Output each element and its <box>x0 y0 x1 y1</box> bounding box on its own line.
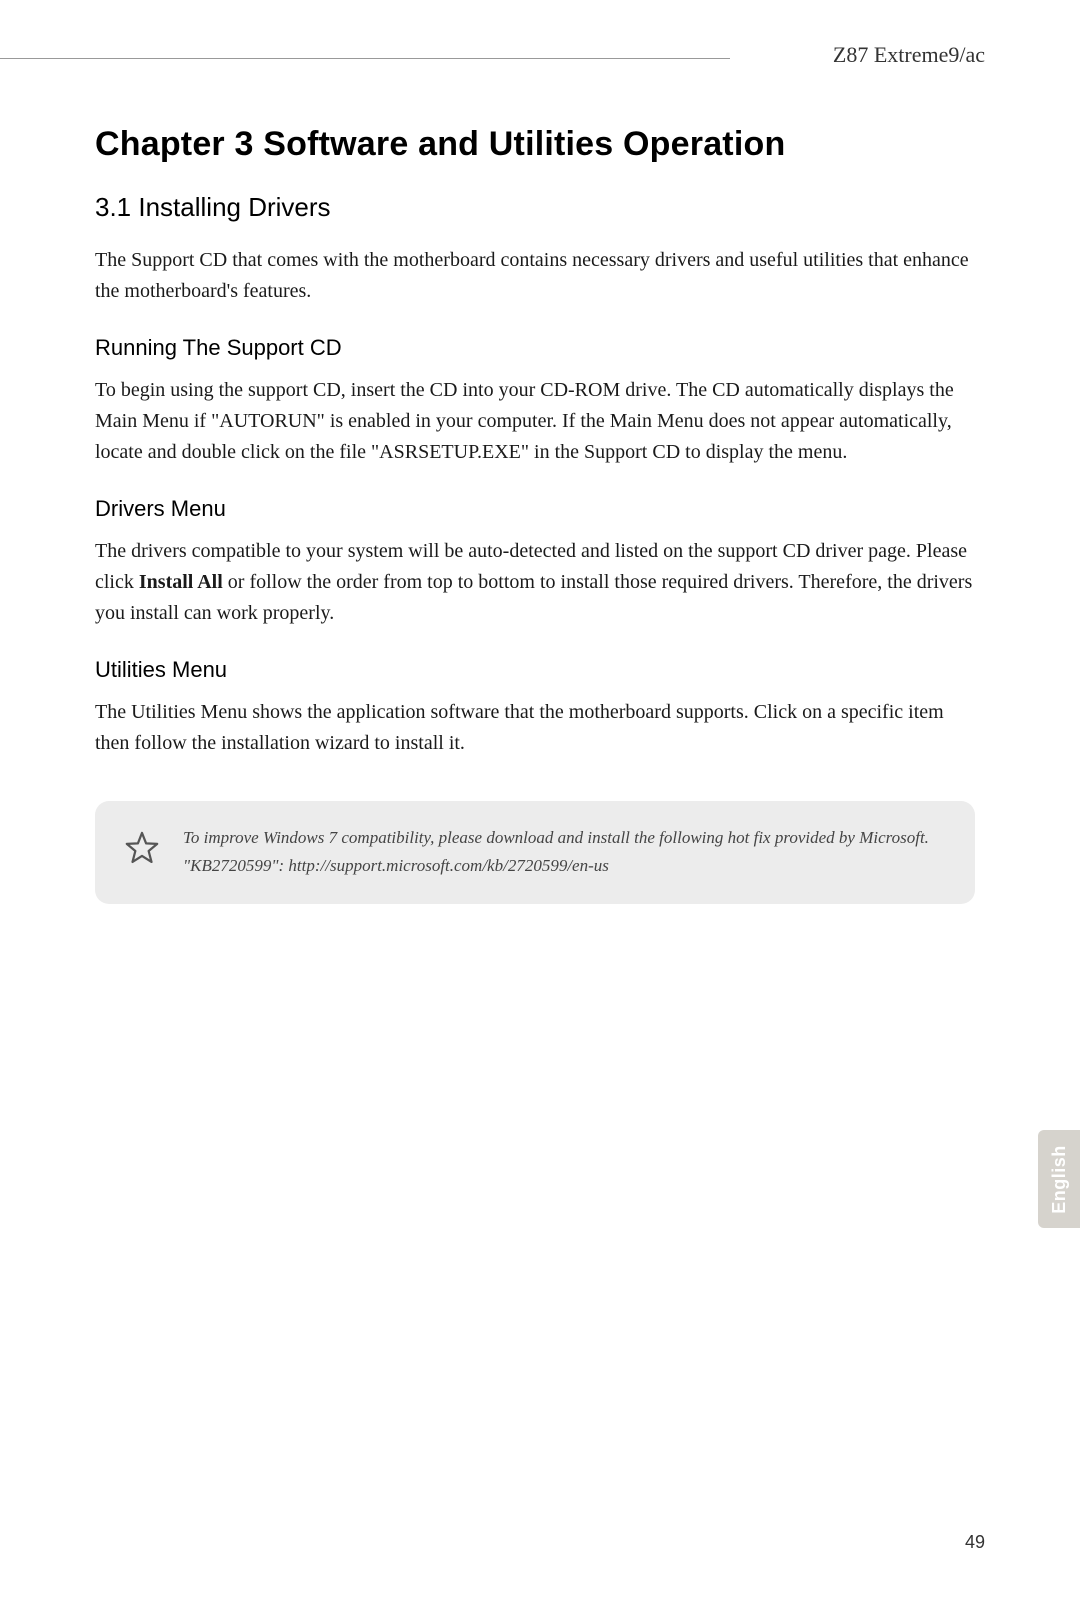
subsection-drivers-menu-text: The drivers compatible to your system wi… <box>95 536 975 629</box>
header-divider <box>0 58 730 59</box>
install-all-bold: Install All <box>139 571 223 593</box>
subsection-running-cd-title: Running The Support CD <box>95 335 975 361</box>
subsection-running-cd-text: To begin using the support CD, insert th… <box>95 375 975 468</box>
note-callout: To improve Windows 7 compatibility, plea… <box>95 801 975 904</box>
page-content: Chapter 3 Software and Utilities Operati… <box>95 125 975 904</box>
subsection-utilities-menu-title: Utilities Menu <box>95 657 975 683</box>
page-number: 49 <box>965 1532 985 1553</box>
section-title: 3.1 Installing Drivers <box>95 192 975 223</box>
drivers-text-after: or follow the order from top to bottom t… <box>95 571 972 624</box>
note-text: To improve Windows 7 compatibility, plea… <box>183 825 929 880</box>
subsection-drivers-menu-title: Drivers Menu <box>95 496 975 522</box>
note-line2: "KB2720599": http://support.microsoft.co… <box>183 853 929 879</box>
subsection-utilities-menu-text: The Utilities Menu shows the application… <box>95 697 975 759</box>
section-intro: The Support CD that comes with the mothe… <box>95 245 975 307</box>
header-model-name: Z87 Extreme9/ac <box>833 42 985 68</box>
chapter-title: Chapter 3 Software and Utilities Operati… <box>95 125 975 164</box>
language-label: English <box>1049 1145 1070 1214</box>
language-tab: English <box>1038 1130 1080 1228</box>
star-icon <box>123 829 161 867</box>
note-line1: To improve Windows 7 compatibility, plea… <box>183 828 929 847</box>
